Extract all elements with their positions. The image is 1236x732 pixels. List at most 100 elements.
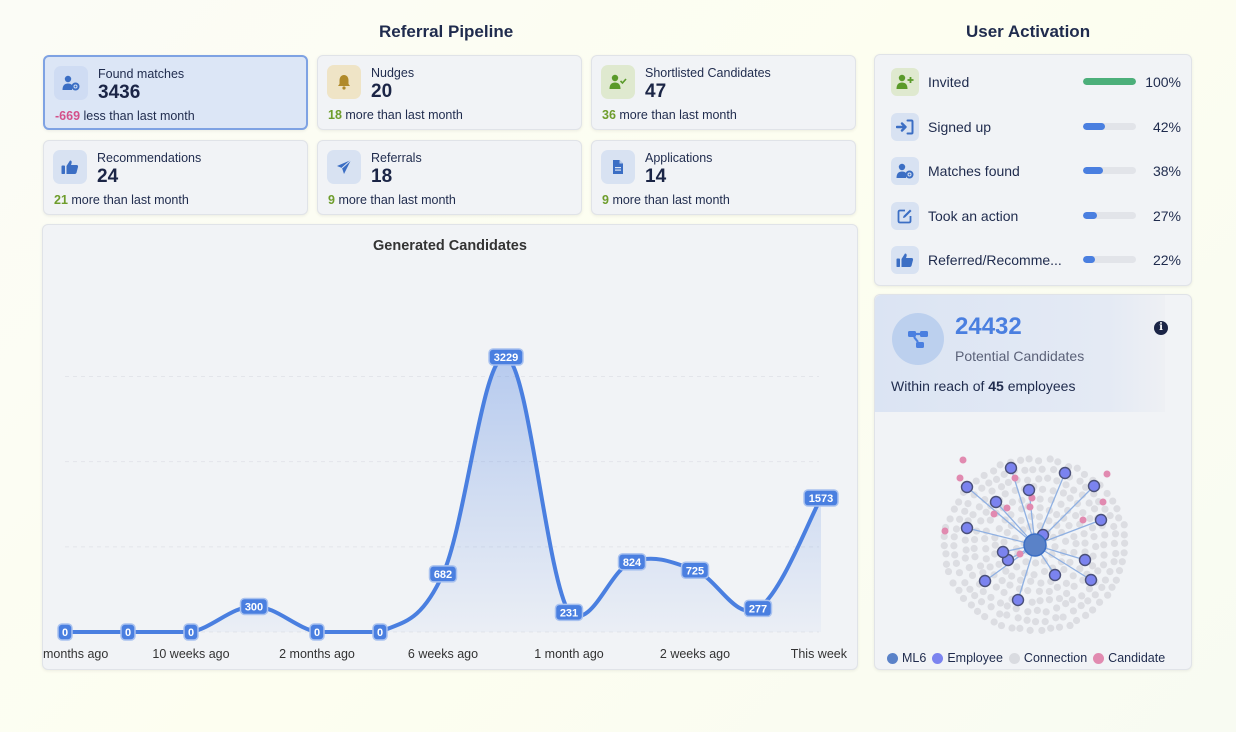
data-point[interactable]: 0 [57,623,73,641]
connection-node [1082,611,1090,619]
data-point[interactable]: 1573 [803,489,839,507]
data-point[interactable]: 0 [120,623,136,641]
legend-item-employee[interactable]: Employee [932,651,1003,665]
connection-node [1033,606,1041,615]
stat-value: 3436 [98,82,141,103]
employee-node[interactable] [1058,466,1072,480]
connection-node [1045,587,1053,596]
employee-node[interactable] [1087,479,1101,493]
activation-row: Invited 100% [891,68,1181,98]
data-point[interactable]: 824 [617,553,647,571]
data-label: 0 [377,627,383,639]
employee-node[interactable] [1022,483,1036,497]
connection-node [1041,618,1049,626]
candidate-node[interactable] [1026,503,1034,511]
connection-node [1080,470,1089,479]
network-graph[interactable] [875,435,1193,635]
connection-node [961,579,969,587]
candidate-node[interactable] [1079,516,1087,524]
connection-node [1108,583,1116,591]
activation-progress-bar [1083,167,1136,174]
employee-node[interactable] [996,545,1010,559]
connection-node [997,621,1006,630]
data-point[interactable]: 0 [372,623,388,641]
candidate-node[interactable] [1099,498,1107,506]
connection-node [1051,543,1059,551]
connection-node [985,479,993,487]
stat-card-found-matches[interactable]: Found matches 3436 -669 less than last m… [43,55,308,130]
ml6-hub-node[interactable] [1023,533,1047,557]
connection-node [1084,597,1092,605]
candidate-node[interactable] [956,474,964,482]
stat-value: 14 [645,166,667,187]
legend-item-candidate[interactable]: Candidate [1093,651,1165,665]
stat-card-shortlisted-candidates[interactable]: Shortlisted Candidates 47 36 more than l… [591,55,856,130]
info-icon[interactable]: i [1154,321,1168,335]
employee-node[interactable] [1094,513,1108,527]
employee-node[interactable] [1011,593,1025,607]
employee-node[interactable] [989,495,1003,509]
connection-node [1036,495,1044,503]
legend-item-ml6[interactable]: ML6 [887,651,926,665]
stat-card-applications[interactable]: Applications 14 9 more than last month [591,140,856,215]
connection-node [966,585,974,593]
employee-node[interactable] [960,521,974,535]
connection-node [1037,579,1045,587]
connection-node [1027,577,1035,585]
connection-node [1072,616,1081,625]
data-label: 231 [560,607,578,619]
connection-node [970,535,979,544]
connection-node [1085,499,1093,507]
activation-row: Matches found 38% [891,157,1181,187]
stat-card-recommendations[interactable]: Recommendations 24 21 more than last mon… [43,140,308,215]
connection-node [1103,489,1111,498]
connection-node [946,515,954,523]
connection-node [989,467,998,475]
stat-value: 18 [371,166,393,187]
connection-node [1008,498,1017,506]
stat-label: Found matches [98,67,185,81]
data-point[interactable]: 3229 [488,348,524,366]
connection-node [951,551,959,559]
employee-node[interactable] [1084,573,1098,587]
activation-label: Signed up [928,118,992,135]
delta-value: 9 [328,193,335,207]
connection-node [1031,618,1040,626]
employee-node[interactable] [1048,568,1062,582]
candidate-node[interactable] [990,510,998,518]
employee-node[interactable] [1004,461,1018,475]
x-tick-label: 2 months ago [279,647,355,661]
activation-progress-bar [1083,122,1136,130]
potential-candidates-card: 24432 Potential Candidates Within reach … [874,294,1192,670]
data-point[interactable]: 231 [554,603,584,622]
candidate-node[interactable] [1016,550,1024,558]
stat-card-nudges[interactable]: Nudges 20 18 more than last month [317,55,582,130]
candidate-node[interactable] [959,456,967,464]
legend-item-connection[interactable]: Connection [1008,651,1087,665]
connection-node [967,601,975,609]
employee-node[interactable] [1078,553,1092,567]
candidate-node[interactable] [1011,474,1019,482]
legend-dot [887,652,898,664]
candidate-node[interactable] [941,527,949,535]
data-point[interactable]: 0 [183,623,199,641]
candidate-node[interactable] [1103,470,1111,478]
connection-node [955,498,963,506]
connection-node [1021,466,1029,474]
employee-node[interactable] [960,480,974,494]
data-point[interactable]: 725 [680,561,710,580]
data-point[interactable]: 682 [428,565,458,583]
connection-node [950,533,958,541]
data-point[interactable]: 0 [309,623,325,641]
activation-percent: 38% [1152,163,1181,179]
data-point[interactable]: 277 [743,599,773,618]
delta-value: 18 [328,108,342,122]
delta-text: more than last month [345,108,463,122]
connection-node [1072,512,1080,520]
stat-card-referrals[interactable]: Referrals 18 9 more than last month [317,140,582,215]
employee-node[interactable] [978,574,992,588]
connection-node [942,560,951,568]
activation-label: Invited [928,74,970,90]
candidate-node[interactable] [1003,504,1011,512]
data-point[interactable]: 300 [239,597,269,616]
